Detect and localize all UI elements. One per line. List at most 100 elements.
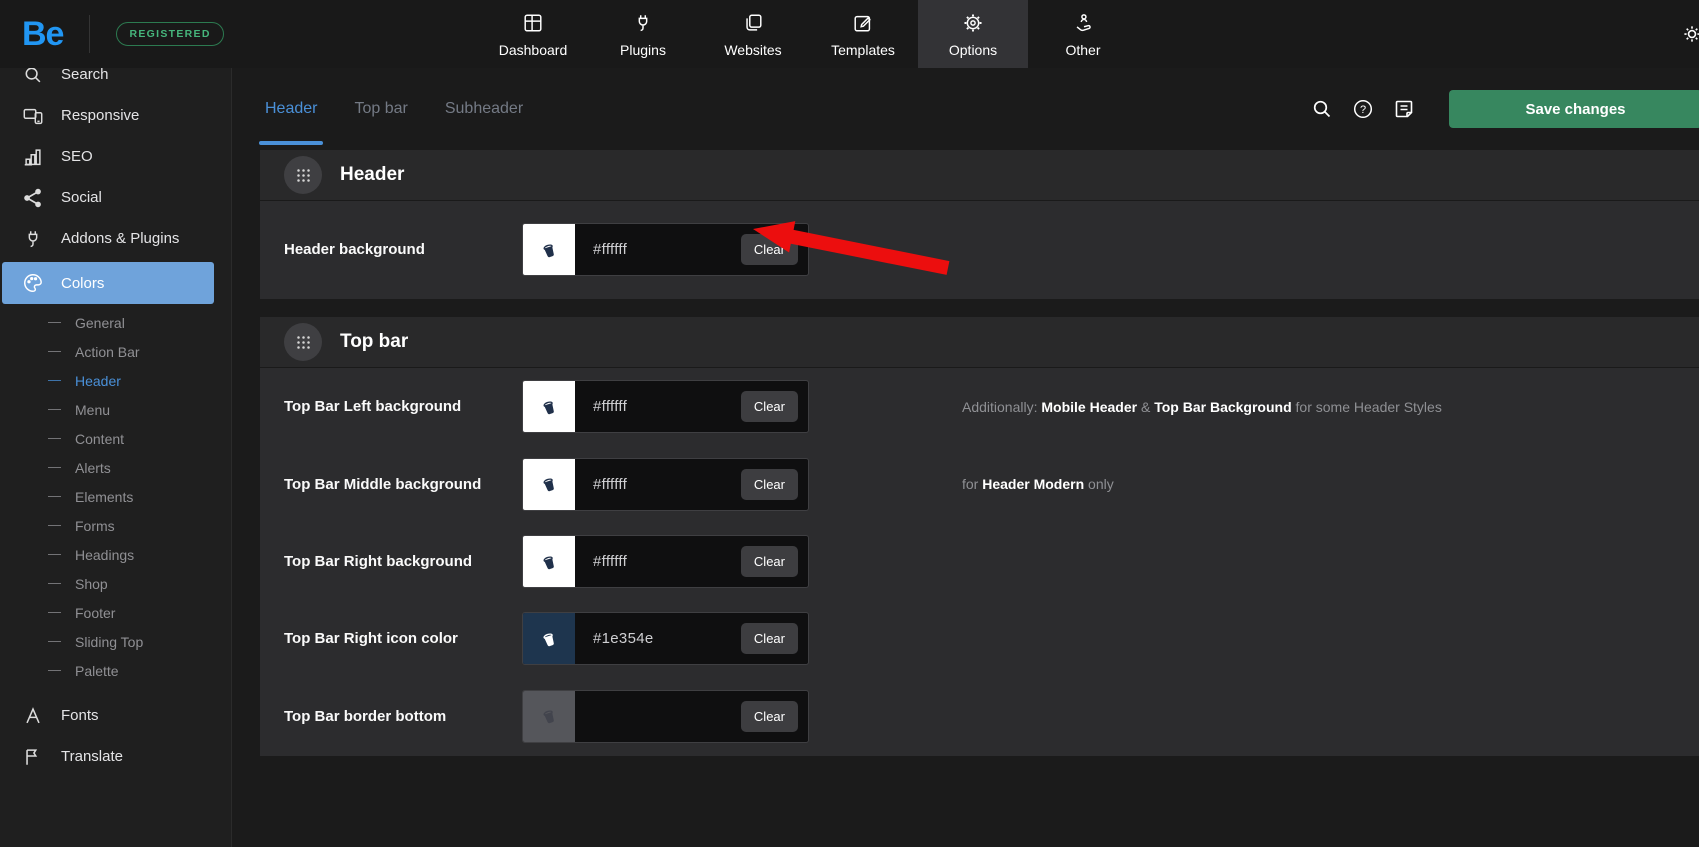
option-label: Top Bar border bottom [284,707,447,725]
plug-icon [22,228,44,250]
sub-item-sliding-top[interactable]: Sliding Top [0,627,231,656]
svg-text:?: ? [1360,104,1366,116]
dashboard-icon [522,11,544,35]
option-row-topbar-left-background: Top Bar Left background Clear [260,368,1699,445]
tab-subheader[interactable]: Subheader [445,100,523,118]
paint-bucket-icon [543,243,554,257]
sidebar-item-label: Colors [61,274,105,292]
section-title: Header [340,164,405,185]
color-picker-field[interactable]: Clear [522,535,809,589]
sidebar-item-search[interactable]: Search [0,68,231,95]
sub-item-label: Header [75,372,121,389]
hex-color-input[interactable] [575,553,741,571]
sidebar-item-seo[interactable]: SEO [0,136,231,177]
color-swatch[interactable] [523,536,575,588]
sub-item-content[interactable]: Content [0,424,231,453]
sub-item-elements[interactable]: Elements [0,482,231,511]
tab-top-bar[interactable]: Top bar [354,100,407,118]
sub-item-action-bar[interactable]: Action Bar [0,337,231,366]
search-icon [22,68,44,86]
notes-icon[interactable] [1392,97,1416,121]
paint-bucket-icon [543,478,554,492]
clear-button[interactable]: Clear [740,623,798,655]
sub-item-shop[interactable]: Shop [0,569,231,598]
clear-button[interactable]: Clear [740,391,798,423]
sub-item-palette[interactable]: Palette [0,656,231,685]
sidebar-item-addons-plugins[interactable]: Addons & Plugins [0,218,231,259]
sidebar-item-translate[interactable]: Translate [0,736,231,777]
dash-bullet [48,321,61,324]
drag-handle[interactable] [284,323,322,361]
search-icon[interactable] [1310,97,1334,121]
hex-color-input[interactable] [575,241,741,258]
color-swatch[interactable] [523,224,575,275]
drag-handle[interactable] [284,156,322,194]
color-picker-field[interactable]: Clear [522,223,809,276]
sub-item-alerts[interactable]: Alerts [0,453,231,482]
dash-bullet [48,553,61,556]
dash-bullet [48,669,61,672]
nav-item-options[interactable]: Options [918,0,1028,68]
nav-item-plugins[interactable]: Plugins [588,0,698,68]
color-swatch[interactable] [523,381,575,433]
color-swatch[interactable] [523,690,575,742]
nav-item-templates[interactable]: Templates [808,0,918,68]
hex-color-input[interactable] [575,475,741,493]
dash-bullet [48,350,61,353]
sub-item-headings[interactable]: Headings [0,540,231,569]
sub-item-footer[interactable]: Footer [0,598,231,627]
save-changes-button[interactable]: Save changes [1449,90,1699,128]
nav-label: Websites [724,41,782,58]
section-head: Header [260,150,1699,201]
sub-item-label: Sliding Top [75,633,144,650]
sub-item-header[interactable]: Header [0,366,231,395]
hex-color-input[interactable] [575,630,741,648]
option-row-topbar-middle-background: Top Bar Middle background Clear [260,445,1699,522]
sidebar-item-label: Social [61,189,102,206]
sub-item-menu[interactable]: Menu [0,395,231,424]
dash-bullet [48,611,61,614]
clear-button[interactable]: Clear [740,700,798,732]
sub-item-label: Palette [75,662,119,679]
sub-item-forms[interactable]: Forms [0,511,231,540]
sidebar-item-social[interactable]: Social [0,177,231,218]
color-swatch[interactable] [523,613,575,665]
nav-label: Templates [831,41,895,58]
hex-color-input[interactable] [575,398,741,416]
flag-icon [22,746,44,768]
palette-icon [22,272,44,294]
dash-bullet [48,408,61,411]
option-row-topbar-right-icon-color: Top Bar Right icon color Clear [260,600,1699,677]
sidebar-item-responsive[interactable]: Responsive [0,95,231,136]
responsive-icon [22,105,44,127]
clear-button[interactable]: Clear [740,234,798,265]
color-swatch[interactable] [523,458,575,510]
option-row-topbar-right-background: Top Bar Right background Clear [260,523,1699,600]
color-picker-field[interactable]: Clear [522,689,809,743]
options-tab-bar: Header Top bar Subheader ? Save changes [232,68,1699,150]
nav-label: Other [1065,41,1101,58]
help-icon[interactable]: ? [1351,97,1375,121]
sub-item-label: Shop [75,575,108,592]
sub-item-label: Alerts [75,459,111,476]
sub-item-general[interactable]: General [0,308,231,337]
nav-item-dashboard[interactable]: Dashboard [478,0,588,68]
tab-header[interactable]: Header [258,100,325,145]
color-picker-field[interactable]: Clear [522,612,809,666]
dash-bullet [48,466,61,469]
dash-bullet [48,495,61,498]
be-logo[interactable]: Be [22,15,64,54]
color-picker-field[interactable]: Clear [522,380,809,434]
sidebar-item-colors[interactable]: Colors [2,262,214,304]
clear-button[interactable]: Clear [740,468,798,500]
sun-icon[interactable] [1679,21,1699,47]
sidebar-item-label: SEO [61,148,93,165]
nav-item-other[interactable]: Other [1028,0,1138,68]
clear-button[interactable]: Clear [740,546,798,578]
nav-item-websites[interactable]: Websites [698,0,808,68]
font-icon [22,705,44,727]
hex-color-input[interactable] [575,707,741,725]
sidebar-item-fonts[interactable]: Fonts [0,695,231,736]
color-picker-field[interactable]: Clear [522,457,809,511]
